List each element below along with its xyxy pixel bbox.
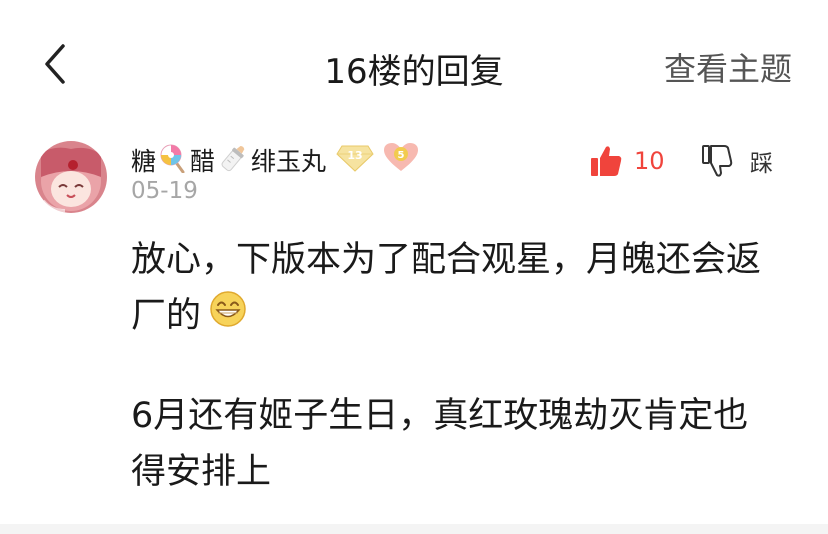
header-bar: 16楼的回复 查看主题 — [0, 0, 828, 125]
like-button[interactable]: 10 — [588, 141, 665, 181]
avatar[interactable] — [35, 141, 107, 213]
username-part: 绯玉丸 — [251, 147, 327, 176]
level-badge-number: 13 — [347, 149, 362, 162]
reply-date: 05-19 — [131, 178, 198, 204]
reply-paragraph: 6月还有姬子生日，真红玫瑰劫灭肯定也得安排上 — [131, 396, 749, 492]
dislike-label: 踩 — [750, 151, 773, 177]
view-topic-link[interactable]: 查看主题 — [664, 44, 792, 90]
username-part: 醋 — [190, 147, 216, 176]
grinning-emoji-icon — [209, 289, 247, 345]
username-part: 糖 — [131, 147, 157, 176]
fan-badge-number: 5 — [398, 150, 405, 161]
like-count: 10 — [634, 147, 665, 175]
baby-bottle-icon — [218, 142, 248, 178]
fan-badge: 5 — [384, 143, 419, 177]
divider — [0, 524, 828, 534]
level-badge: 13 — [336, 144, 374, 176]
thumbs-up-icon — [591, 146, 622, 176]
dislike-button[interactable]: 踩 — [700, 141, 773, 181]
reply-paragraph: 放心，下版本为了配合观星，月魄还会返厂的 — [131, 232, 771, 345]
lollipop-icon — [159, 143, 187, 177]
username[interactable]: 糖 醋 绯玉丸 13 5 — [131, 142, 419, 178]
thumbs-down-icon — [702, 145, 733, 177]
